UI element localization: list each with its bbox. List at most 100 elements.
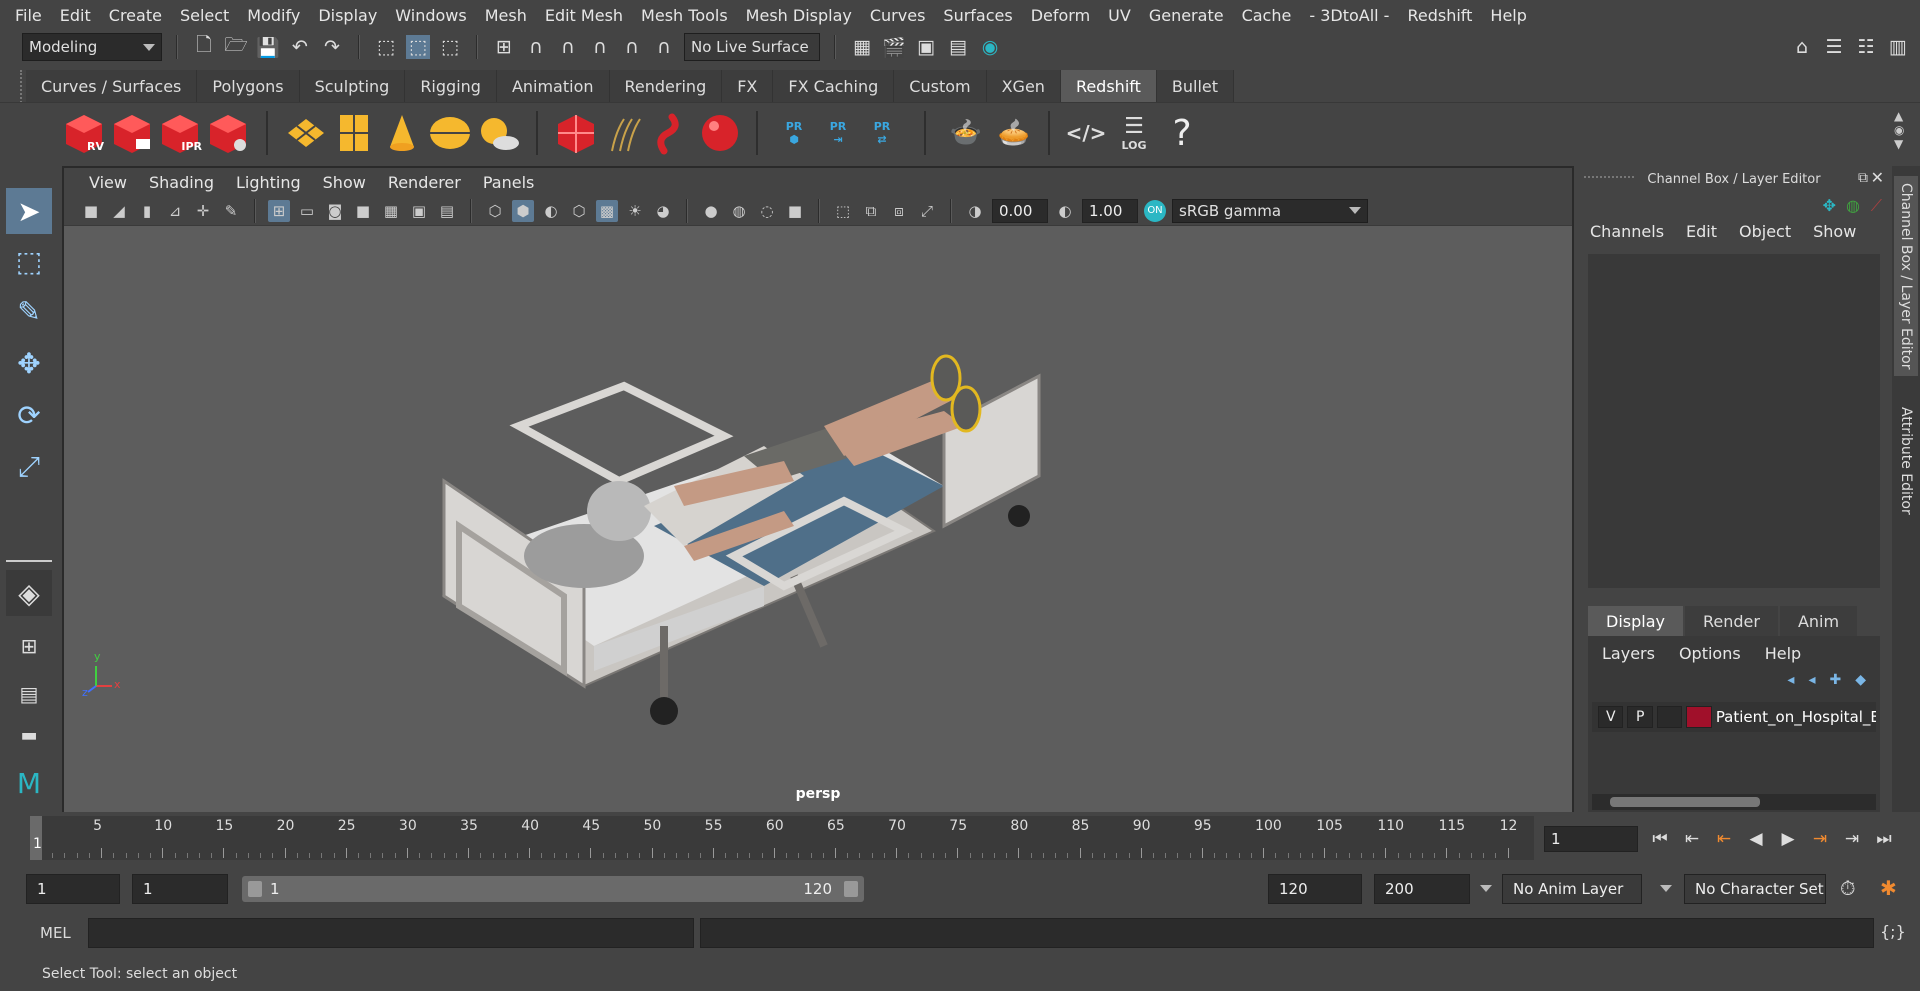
- hyper-icon[interactable]: ⟋: [1871, 196, 1882, 216]
- new-empty-layer-icon[interactable]: ✚: [1829, 672, 1841, 688]
- paint-select-tool-icon[interactable]: ✎: [6, 288, 52, 334]
- outliner-layout-icon[interactable]: ▤: [6, 674, 52, 714]
- shelf-scroll-icon[interactable]: ▲ ◉ ▼: [1894, 109, 1904, 151]
- toggle-channel-box-icon[interactable]: ▥: [1886, 35, 1910, 59]
- viewport-menu-shading[interactable]: Shading: [138, 173, 225, 192]
- menu-help[interactable]: Help: [1481, 6, 1535, 25]
- redshift-pr-swap-icon[interactable]: PR ⇄: [860, 111, 904, 155]
- shelf-tab-sculpting[interactable]: Sculpting: [299, 70, 406, 102]
- channel-box-menu-channels[interactable]: Channels: [1590, 222, 1664, 241]
- menu-uv[interactable]: UV: [1099, 6, 1140, 25]
- redshift-shader-bowl-icon[interactable]: 🍲: [944, 111, 988, 155]
- select-component-icon[interactable]: ⬚: [438, 35, 462, 59]
- viewport-menu-view[interactable]: View: [78, 173, 138, 192]
- viewport-menu-show[interactable]: Show: [312, 173, 377, 192]
- go-to-start-icon[interactable]: ⏮: [1648, 826, 1672, 852]
- layer-visibility-toggle[interactable]: V: [1598, 706, 1624, 728]
- chevron-down-icon[interactable]: [1660, 885, 1672, 892]
- layer-menu-help[interactable]: Help: [1765, 644, 1801, 663]
- toggle-tool-settings-icon[interactable]: ☷: [1854, 35, 1878, 59]
- menu-generate[interactable]: Generate: [1140, 6, 1233, 25]
- menu-windows[interactable]: Windows: [386, 6, 475, 25]
- snap-point-icon[interactable]: ∩: [556, 35, 580, 59]
- hypershade-icon[interactable]: ◉: [978, 35, 1002, 59]
- redshift-batch-render-icon[interactable]: [110, 111, 154, 155]
- menu-edit-mesh[interactable]: Edit Mesh: [536, 6, 632, 25]
- isolate-select-icon[interactable]: ⬚: [832, 200, 854, 222]
- select-hierarchy-icon[interactable]: ⬚: [374, 35, 398, 59]
- channel-box-menu-edit[interactable]: Edit: [1686, 222, 1717, 241]
- render-frame-icon[interactable]: 🎬: [882, 35, 906, 59]
- shelf-tab-rendering[interactable]: Rendering: [609, 70, 723, 102]
- color-management-icon[interactable]: ON: [1144, 199, 1166, 222]
- snap-curve-icon[interactable]: ∩: [524, 35, 548, 59]
- film-gate-icon[interactable]: ▭: [296, 200, 318, 222]
- xray-joints-icon[interactable]: ⧉: [860, 200, 882, 222]
- shelf-tab-rigging[interactable]: Rigging: [405, 70, 497, 102]
- move-layer-up-icon[interactable]: ◂: [1787, 672, 1794, 688]
- menu-display[interactable]: Display: [309, 6, 386, 25]
- float-panel-icon[interactable]: ⧉: [1858, 170, 1868, 186]
- snap-live-icon[interactable]: ∩: [652, 35, 676, 59]
- menu-create[interactable]: Create: [100, 6, 171, 25]
- playback-end-field[interactable]: 120: [1268, 874, 1362, 904]
- xray-icon[interactable]: ⬡: [568, 200, 590, 222]
- snap-surface-icon[interactable]: ∩: [620, 35, 644, 59]
- tab-channel-box[interactable]: Channel Box / Layer Editor: [1894, 176, 1918, 376]
- viewport-menu-lighting[interactable]: Lighting: [225, 173, 312, 192]
- select-camera-icon[interactable]: ■: [80, 200, 102, 222]
- play-backwards-icon[interactable]: ◀: [1744, 826, 1768, 852]
- layer-tab-display[interactable]: Display: [1588, 606, 1683, 636]
- range-start-handle[interactable]: [248, 881, 262, 897]
- snap-grid-icon[interactable]: ⊞: [492, 35, 516, 59]
- menuset-dropdown[interactable]: Modeling: [22, 33, 162, 61]
- step-back-frame-icon[interactable]: ⇤: [1712, 826, 1736, 852]
- depth-of-field-icon[interactable]: ■: [784, 200, 806, 222]
- channel-box-menu-object[interactable]: Object: [1739, 222, 1791, 241]
- command-language-label[interactable]: MEL: [40, 924, 71, 942]
- grid-icon[interactable]: ⊞: [268, 199, 290, 222]
- step-forward-key-icon[interactable]: ⇥: [1840, 826, 1864, 852]
- shelf-tab-polygons[interactable]: Polygons: [197, 70, 300, 102]
- exposure-icon[interactable]: ◑: [964, 200, 986, 222]
- redshift-volume-icon[interactable]: [650, 111, 694, 155]
- render-view-icon[interactable]: ▤: [946, 35, 970, 59]
- view-transform-dropdown[interactable]: sRGB gamma: [1172, 198, 1368, 223]
- toggle-attribute-editor-icon[interactable]: ☰: [1822, 35, 1846, 59]
- layer-playback-toggle[interactable]: P: [1627, 706, 1653, 728]
- manipulator-icon[interactable]: ✥: [1823, 196, 1836, 215]
- menu-mesh-display[interactable]: Mesh Display: [737, 6, 861, 25]
- current-frame-field[interactable]: 1: [1544, 826, 1638, 852]
- new-layer-selected-icon[interactable]: ◆: [1855, 672, 1866, 688]
- redshift-ipr-icon[interactable]: IPR: [158, 111, 202, 155]
- wireframe-icon[interactable]: ⬡: [484, 200, 506, 222]
- save-scene-icon[interactable]: 💾: [256, 35, 280, 59]
- step-back-key-icon[interactable]: ⇤: [1680, 826, 1704, 852]
- command-input[interactable]: [88, 918, 694, 948]
- grease-pencil-icon[interactable]: ✎: [220, 200, 242, 222]
- redshift-log-icon[interactable]: ☰ LOG: [1112, 111, 1156, 155]
- play-forwards-icon[interactable]: ▶: [1776, 826, 1800, 852]
- select-object-icon[interactable]: ⬚: [406, 35, 430, 59]
- menu-3dtoall[interactable]: - 3DtoAll -: [1300, 6, 1398, 25]
- image-plane-icon[interactable]: ⊿: [164, 200, 186, 222]
- safe-title-icon[interactable]: ▤: [436, 200, 458, 222]
- single-perspective-layout-icon[interactable]: ◈: [6, 570, 52, 616]
- tab-attribute-editor[interactable]: Attribute Editor: [1894, 396, 1918, 526]
- screen-space-ao-icon[interactable]: ●: [700, 200, 722, 222]
- scene-end-field[interactable]: 200: [1374, 874, 1470, 904]
- shelf-tab-bullet[interactable]: Bullet: [1156, 70, 1235, 102]
- open-scene-icon[interactable]: 🗁: [224, 34, 248, 59]
- menu-redshift[interactable]: Redshift: [1398, 6, 1481, 25]
- redshift-script-editor-icon[interactable]: </>: [1064, 111, 1108, 155]
- menu-file[interactable]: File: [6, 6, 51, 25]
- anti-aliasing-icon[interactable]: ◌: [756, 200, 778, 222]
- gamma-icon[interactable]: ◐: [1054, 200, 1076, 222]
- move-tool-icon[interactable]: ✥: [6, 340, 52, 386]
- smooth-shade-icon[interactable]: ⬢: [512, 199, 534, 222]
- gamma-field[interactable]: 1.00: [1082, 198, 1138, 223]
- time-slider[interactable]: 1 5 10 15 20 25 30 35 40 45 50 55 60 65 70 75 80 85 90 95 1…: [30, 816, 1534, 860]
- shelf-tab-redshift[interactable]: Redshift: [1060, 70, 1157, 102]
- safe-action-icon[interactable]: ▣: [408, 200, 430, 222]
- four-view-layout-icon[interactable]: ⊞: [6, 626, 52, 666]
